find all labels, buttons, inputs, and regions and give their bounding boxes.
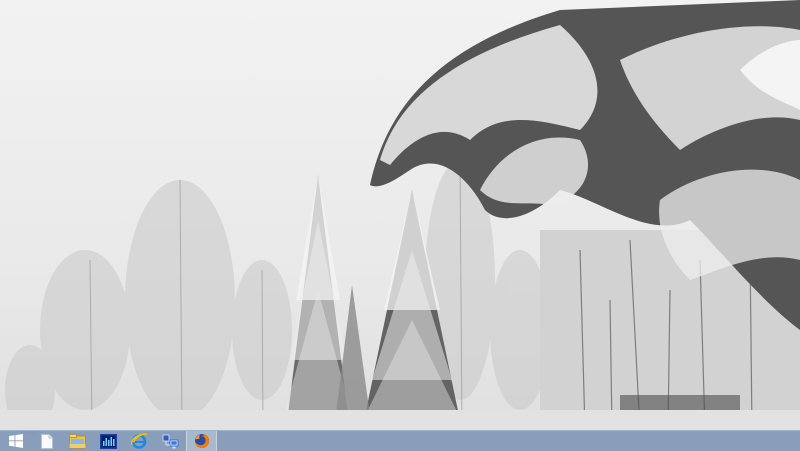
taskbar-item-system-monitor[interactable]: [93, 431, 124, 451]
system-monitor-icon: [100, 433, 117, 449]
taskbar-item-file-explorer[interactable]: [62, 431, 93, 451]
internet-explorer-icon: [131, 433, 148, 449]
taskbar-item-network-computer[interactable]: [155, 431, 186, 451]
file-explorer-folder-icon: [69, 433, 86, 448]
firefox-icon: [194, 434, 209, 448]
start-button[interactable]: [0, 431, 31, 451]
snowy-forest-wallpaper: [0, 0, 800, 451]
taskbar: [0, 430, 800, 451]
windows-logo-icon: [8, 434, 23, 448]
desktop[interactable]: [0, 0, 800, 451]
network-computer-icon: [162, 434, 179, 448]
taskbar-item-blank-document[interactable]: [31, 431, 62, 451]
taskbar-item-internet-explorer[interactable]: [124, 431, 155, 451]
blank-document-icon: [40, 433, 53, 449]
taskbar-item-firefox[interactable]: [186, 431, 217, 451]
